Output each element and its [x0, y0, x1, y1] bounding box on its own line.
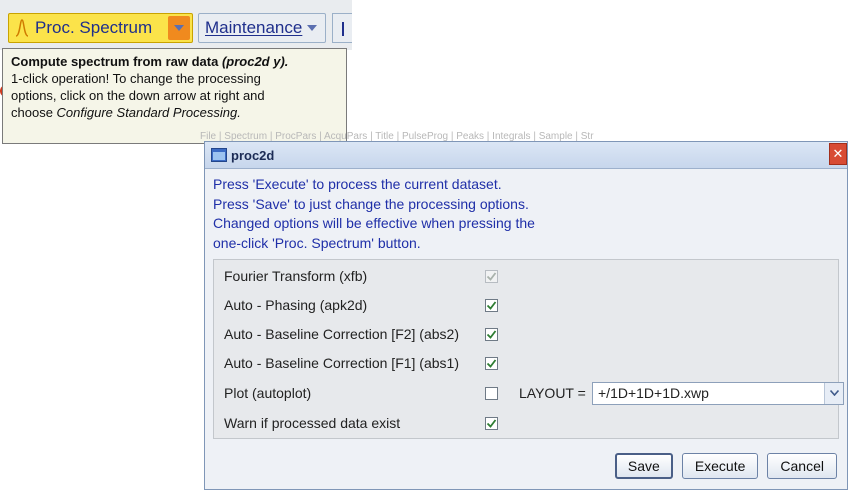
- checkmark-icon: [486, 300, 497, 310]
- chevron-down-icon: [174, 25, 184, 31]
- option-label: Auto - Baseline Correction [F2] (abs2): [224, 326, 459, 342]
- proc-spectrum-label: Proc. Spectrum: [35, 18, 153, 37]
- layout-select-value: +/1D+1D+1D.xwp: [598, 385, 709, 401]
- option-label: Fourier Transform (xfb): [224, 268, 368, 284]
- chevron-down-icon[interactable]: [824, 382, 843, 404]
- checkmark-icon: [486, 329, 497, 339]
- option-label: Auto - Baseline Correction [F1] (abs1): [224, 355, 459, 371]
- option-row-fourier: Fourier Transform (xfb): [214, 264, 838, 288]
- proc-spectrum-dropdown-arrow[interactable]: [168, 16, 190, 40]
- proc-spectrum-button[interactable]: Proc. Spectrum: [8, 13, 193, 43]
- info-line: Changed options will be effective when p…: [213, 215, 535, 231]
- maintenance-button[interactable]: Maintenance: [198, 13, 326, 43]
- next-toolbar-button-partial[interactable]: [332, 13, 352, 43]
- option-label: Warn if processed data exist: [224, 415, 401, 431]
- tooltip-line-1: Compute spectrum from raw data (proc2d y…: [11, 54, 289, 69]
- checkbox-phasing[interactable]: [485, 298, 498, 312]
- spectrum-peak-icon: [9, 18, 35, 38]
- option-row-baseline-f1: Auto - Baseline Correction [F1] (abs1): [214, 351, 838, 375]
- info-line: one-click 'Proc. Spectrum' button.: [213, 234, 421, 251]
- cancel-button[interactable]: Cancel: [767, 453, 837, 479]
- option-row-warn: Warn if processed data exist: [214, 411, 838, 435]
- maintenance-label: Maintenance: [205, 18, 303, 37]
- info-line: Press 'Execute' to process the current d…: [213, 176, 502, 192]
- option-row-phasing: Auto - Phasing (apk2d): [214, 293, 838, 317]
- info-line: Press 'Save' to just change the processi…: [213, 195, 529, 212]
- tooltip-line-4: choose Configure Standard Processing.: [11, 105, 241, 120]
- proc2d-dialog: proc2d ✕ Press 'Execute' to process the …: [204, 141, 848, 490]
- chevron-down-icon[interactable]: [306, 24, 318, 32]
- checkbox-baseline-f2[interactable]: [485, 327, 498, 341]
- checkbox-baseline-f1[interactable]: [485, 356, 498, 370]
- checkmark-icon: [486, 358, 497, 368]
- option-row-plot: Plot (autoplot) LAYOUT = +/1D+1D+1D.xwp: [214, 381, 844, 405]
- checkbox-fourier[interactable]: [485, 269, 498, 283]
- option-label: Auto - Phasing (apk2d): [224, 297, 368, 313]
- checkmark-icon: [486, 271, 497, 281]
- checkbox-warn[interactable]: [485, 416, 498, 430]
- app-window-icon: [211, 148, 227, 162]
- tooltip-line-2: 1-click operation! To change the process…: [11, 71, 261, 86]
- execute-button[interactable]: Execute: [681, 453, 759, 479]
- dialog-info-text: Press 'Execute' to process the current d…: [205, 169, 847, 257]
- dialog-button-bar: Save Execute Cancel: [614, 453, 837, 479]
- save-button[interactable]: Save: [614, 453, 673, 479]
- option-row-baseline-f2: Auto - Baseline Correction [F2] (abs2): [214, 322, 838, 346]
- background-tab-ribbon: File | Spectrum | ProcPars | AcquPars | …: [200, 131, 594, 141]
- proc-spectrum-tooltip: Compute spectrum from raw data (proc2d y…: [2, 48, 347, 144]
- top-toolbar: Proc. Spectrum Maintenance: [0, 0, 352, 50]
- layout-label: LAYOUT =: [519, 385, 586, 401]
- checkbox-plot[interactable]: [485, 386, 498, 400]
- dialog-title: proc2d: [231, 147, 275, 163]
- dialog-titlebar[interactable]: proc2d ✕: [205, 142, 847, 169]
- option-label: Plot (autoplot): [224, 385, 312, 401]
- close-button[interactable]: ✕: [829, 143, 847, 165]
- tooltip-line-3: options, click on the down arrow at righ…: [11, 88, 265, 103]
- close-icon: ✕: [832, 146, 844, 161]
- layout-select[interactable]: +/1D+1D+1D.xwp: [592, 381, 844, 405]
- options-panel: Fourier Transform (xfb) Auto - Phasing (…: [213, 259, 844, 439]
- checkmark-icon: [486, 418, 497, 428]
